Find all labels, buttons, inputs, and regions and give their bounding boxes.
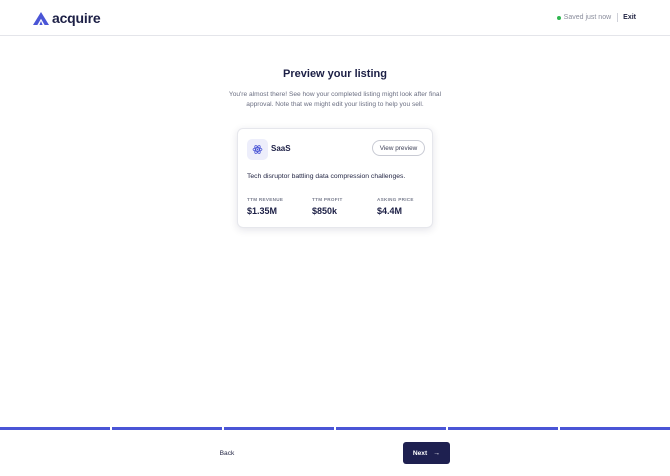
page-title: Preview your listing	[283, 68, 387, 80]
acquire-logo-icon	[33, 11, 49, 25]
metric-ttm-profit: TTM PROFIT $850k	[312, 197, 343, 216]
metric-asking-price: ASKING PRICE $4.4M	[377, 197, 414, 216]
top-bar: acquire Saved just now Exit	[0, 0, 670, 36]
exit-button[interactable]: Exit	[623, 14, 636, 21]
saved-status-text: Saved just now	[563, 14, 612, 21]
arrow-right-icon: →	[433, 449, 441, 457]
listing-preview-card: SaaS View preview Tech disruptor battlin…	[237, 128, 433, 228]
acquire-logo[interactable]: acquire	[33, 10, 101, 26]
metric-value: $850k	[312, 206, 338, 216]
brand-name: acquire	[52, 10, 101, 26]
progress-step	[336, 427, 446, 430]
saved-status-dot	[556, 15, 561, 20]
back-button[interactable]: Back	[212, 444, 242, 462]
listing-description: Tech disruptor battling data compression…	[247, 173, 406, 180]
listing-category: SaaS	[271, 144, 291, 153]
metric-ttm-revenue: TTM REVENUE $1.35M	[247, 197, 283, 216]
progress-step	[448, 427, 558, 430]
page-subtitle: You're almost there! See how your comple…	[228, 91, 442, 108]
step-progress-bar	[0, 427, 670, 430]
progress-step	[0, 427, 110, 430]
next-button[interactable]: Next →	[403, 442, 450, 464]
metric-value: $1.35M	[247, 206, 278, 216]
next-button-label: Next	[412, 449, 428, 457]
metric-label: TTM REVENUE	[247, 197, 284, 202]
progress-step	[560, 427, 670, 430]
save-status: Saved just now Exit	[556, 13, 636, 22]
metric-value: $4.4M	[377, 206, 403, 216]
view-preview-button[interactable]: View preview	[372, 140, 425, 156]
progress-step	[112, 427, 222, 430]
atom-icon	[247, 139, 268, 160]
metric-label: ASKING PRICE	[377, 197, 414, 202]
progress-step	[224, 427, 334, 430]
metric-label: TTM PROFIT	[312, 197, 343, 202]
divider	[617, 13, 619, 22]
